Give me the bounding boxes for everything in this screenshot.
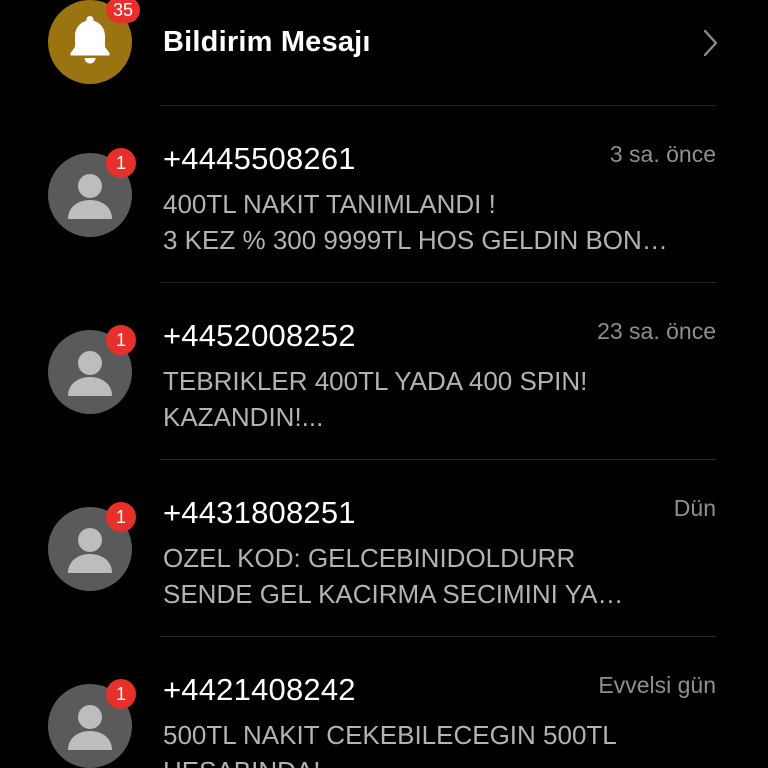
message-time: 23 sa. önce bbox=[597, 318, 716, 344]
message-preview: 500TL NAKIT CEKEBILECEGIN 500TL HESABIND… bbox=[163, 717, 723, 768]
unread-badge: 1 bbox=[106, 148, 136, 178]
sender-number: +4431808251 bbox=[163, 495, 356, 530]
preview-line: 500TL NAKIT CEKEBILECEGIN 500TL bbox=[163, 720, 617, 750]
message-preview: TEBRIKLER 400TL YADA 400 SPIN! KAZANDIN!… bbox=[163, 363, 723, 435]
preview-line: TEBRIKLER 400TL YADA 400 SPIN! bbox=[163, 366, 588, 396]
preview-line: KAZANDIN!... bbox=[163, 402, 324, 432]
unread-badge: 1 bbox=[106, 502, 136, 532]
message-preview: OZEL KOD: GELCEBINIDOLDURR SENDE GEL KAC… bbox=[163, 540, 723, 612]
notification-badge: 35 bbox=[106, 0, 140, 23]
preview-line: SENDE GEL KACIRMA SECIMINI YA… bbox=[163, 579, 624, 609]
sender-number: +4421408242 bbox=[163, 672, 356, 707]
preview-line: 3 KEZ % 300 9999TL HOS GELDIN BON… bbox=[163, 225, 668, 255]
unread-badge: 1 bbox=[106, 679, 136, 709]
chevron-right-icon[interactable] bbox=[700, 28, 720, 58]
preview-line: HESABINDA! bbox=[163, 753, 723, 768]
message-row[interactable]: 1 +4431808251 Dün OZEL KOD: GELCEBINIDOL… bbox=[0, 460, 768, 636]
unread-badge: 1 bbox=[106, 325, 136, 355]
message-preview: 400TL NAKIT TANIMLANDI ! 3 KEZ % 300 999… bbox=[163, 186, 723, 258]
message-time: Evvelsi gün bbox=[598, 672, 716, 698]
message-row[interactable]: 1 +4452008252 23 sa. önce TEBRIKLER 400T… bbox=[0, 283, 768, 459]
notification-title: Bildirim Mesajı bbox=[163, 26, 371, 58]
sender-number: +4445508261 bbox=[163, 141, 356, 176]
preview-line: 400TL NAKIT TANIMLANDI ! bbox=[163, 189, 496, 219]
message-time: 3 sa. önce bbox=[609, 141, 716, 167]
preview-line: OZEL KOD: GELCEBINIDOLDURR bbox=[163, 543, 576, 573]
message-time: Dün bbox=[673, 495, 716, 521]
message-row[interactable]: 1 +4421408242 Evvelsi gün 500TL NAKIT CE… bbox=[0, 637, 768, 768]
sender-number: +4452008252 bbox=[163, 318, 356, 353]
message-row[interactable]: 1 +4445508261 3 sa. önce 400TL NAKIT TAN… bbox=[0, 106, 768, 282]
